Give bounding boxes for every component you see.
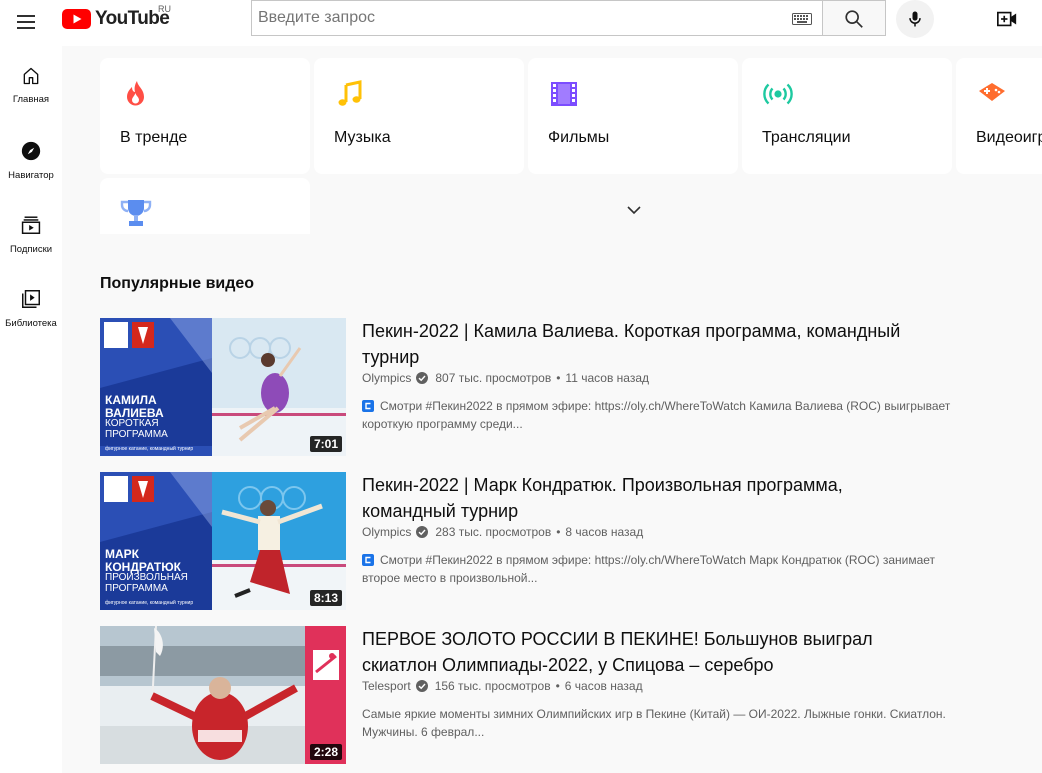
music-note-icon [338,80,362,106]
video-description: Смотри #Пекин2022 в прямом эфире: https:… [362,397,972,433]
olympic-channel-icon [362,400,374,412]
verified-badge-icon [416,526,429,538]
film-icon [551,82,577,106]
country-code: RU [158,4,171,14]
flame-icon [127,81,144,106]
view-count: 156 тыс. просмотров [434,679,551,693]
thumbnail-subcaption: фигурное катание, командный турнир [105,446,194,452]
upload-age: 6 часов назад [564,679,643,693]
sidebar-item-label: Главная [12,94,50,105]
category-label: В тренде [120,129,188,146]
category-movies[interactable]: Фильмы [528,58,738,174]
separator-dot: • [556,525,561,539]
search-icon [845,10,863,28]
thumbnail-caption: КАМИЛА ВАЛИЕВА КОРОТКАЯ ПРОГРАММА [105,394,168,440]
category-music[interactable]: Музыка [314,58,524,174]
mini-guide: Главная Навигатор Подписки Библиотека [0,46,62,773]
youtube-play-icon [62,9,91,29]
compass-icon [21,141,41,161]
thumbnail-caption: МАРК КОНДРАТЮК ПРОИЗВОЛЬНАЯ ПРОГРАММА [105,548,188,594]
channel-name[interactable]: Olympics [362,371,411,385]
sidebar-item-label: Подписки [9,244,53,255]
category-label: Музыка [334,129,391,146]
home-icon [23,67,39,85]
voice-search-button[interactable] [896,0,934,38]
category-label: Видеоигр [976,129,1042,146]
description-text: Смотри #Пекин2022 в прямом эфире: https:… [362,553,936,585]
video-title[interactable]: Пекин-2022 | Камила Валиева. Короткая пр… [362,318,932,370]
video-title[interactable]: ПЕРВОЕ ЗОЛОТО РОССИИ В ПЕКИНЕ! Большунов… [362,626,932,678]
category-sports[interactable] [100,178,310,234]
microphone-icon [909,11,921,27]
video-metadata: Telesport 156 тыс. просмотров • 6 часов … [362,679,643,693]
video-duration: 8:13 [309,590,342,606]
category-label: Трансляции [762,129,851,146]
live-icon [763,83,793,105]
separator-dot: • [556,371,561,385]
separator-dot: • [555,679,560,693]
category-label: Фильмы [548,129,610,146]
trophy-icon [120,200,152,226]
video-item: 2:28 ПЕРВОЕ ЗОЛОТО РОССИИ В ПЕКИНЕ! Боль… [100,626,980,764]
video-duration: 2:28 [309,744,342,760]
video-metadata: Olympics 283 тыс. просмотров • 8 часов н… [362,525,643,539]
search-button[interactable] [823,0,886,36]
sidebar-item-subscriptions[interactable]: Подписки [0,194,62,268]
youtube-logo[interactable]: YouTube [62,7,170,31]
channel-name[interactable]: Olympics [362,525,411,539]
sidebar-item-library[interactable]: Библиотека [0,268,62,342]
category-live[interactable]: Трансляции [742,58,952,174]
olympic-channel-icon [362,554,374,566]
view-count: 283 тыс. просмотров [435,525,552,539]
video-description: Самые яркие моменты зимних Олимпийских и… [362,705,972,741]
sidebar-item-home[interactable]: Главная [0,46,62,120]
category-trending[interactable]: В тренде [100,58,310,174]
channel-name[interactable]: Telesport [362,679,411,693]
sidebar-item-label: Навигатор [8,170,54,181]
upload-age: 8 часов назад [565,525,644,539]
view-count: 807 тыс. просмотров [435,371,552,385]
thumbnail-subcaption: фигурное катание, командный турнир [105,600,194,606]
subscriptions-icon [21,216,41,234]
description-text: Самые яркие моменты зимних Олимпийских и… [362,707,946,739]
section-title: Популярные видео [100,275,255,292]
menu-button[interactable] [14,9,40,35]
verified-badge-icon [415,680,428,692]
upload-age: 11 часов назад [565,371,649,385]
thumbnail-caption-line: ПРОГРАММА [105,428,168,440]
video-description: Смотри #Пекин2022 в прямом эфире: https:… [362,551,972,587]
search-box [251,0,823,36]
masthead: YouTube RU [0,0,1042,46]
category-gaming[interactable]: Видеоигр [956,58,1042,174]
sidebar-item-label: Библиотека [5,318,57,329]
video-item: КАМИЛА ВАЛИЕВА КОРОТКАЯ ПРОГРАММА фигурн… [100,318,980,456]
video-thumbnail[interactable]: 2:28 [100,626,346,764]
video-thumbnail[interactable]: МАРК КОНДРАТЮК ПРОИЗВОЛЬНАЯ ПРОГРАММА фи… [100,472,346,610]
gamepad-icon [979,83,1005,101]
create-video-icon[interactable] [996,8,1018,30]
menu-icon-bar [17,27,35,29]
menu-icon [17,15,35,17]
search-input[interactable] [252,1,794,35]
verified-badge-icon [416,372,429,384]
video-title[interactable]: Пекин-2022 | Марк Кондратюк. Произвольна… [362,472,932,524]
thumbnail-caption-line: КАМИЛА [105,393,157,407]
chevron-down-icon[interactable] [624,200,644,220]
description-text: Смотри #Пекин2022 в прямом эфире: https:… [362,399,951,431]
sidebar-item-explore[interactable]: Навигатор [0,120,62,194]
video-thumbnail[interactable]: КАМИЛА ВАЛИЕВА КОРОТКАЯ ПРОГРАММА фигурн… [100,318,346,456]
menu-icon-bar [17,21,35,23]
video-item: МАРК КОНДРАТЮК ПРОИЗВОЛЬНАЯ ПРОГРАММА фи… [100,472,980,610]
thumbnail-caption-line: МАРК [105,547,139,561]
video-metadata: Olympics 807 тыс. просмотров • 11 часов … [362,371,649,385]
thumbnail-image [100,626,346,764]
keyboard-icon[interactable] [792,13,812,25]
video-duration: 7:01 [309,436,342,452]
library-icon [22,290,40,308]
thumbnail-caption-line: ПРОГРАММА [105,582,168,594]
